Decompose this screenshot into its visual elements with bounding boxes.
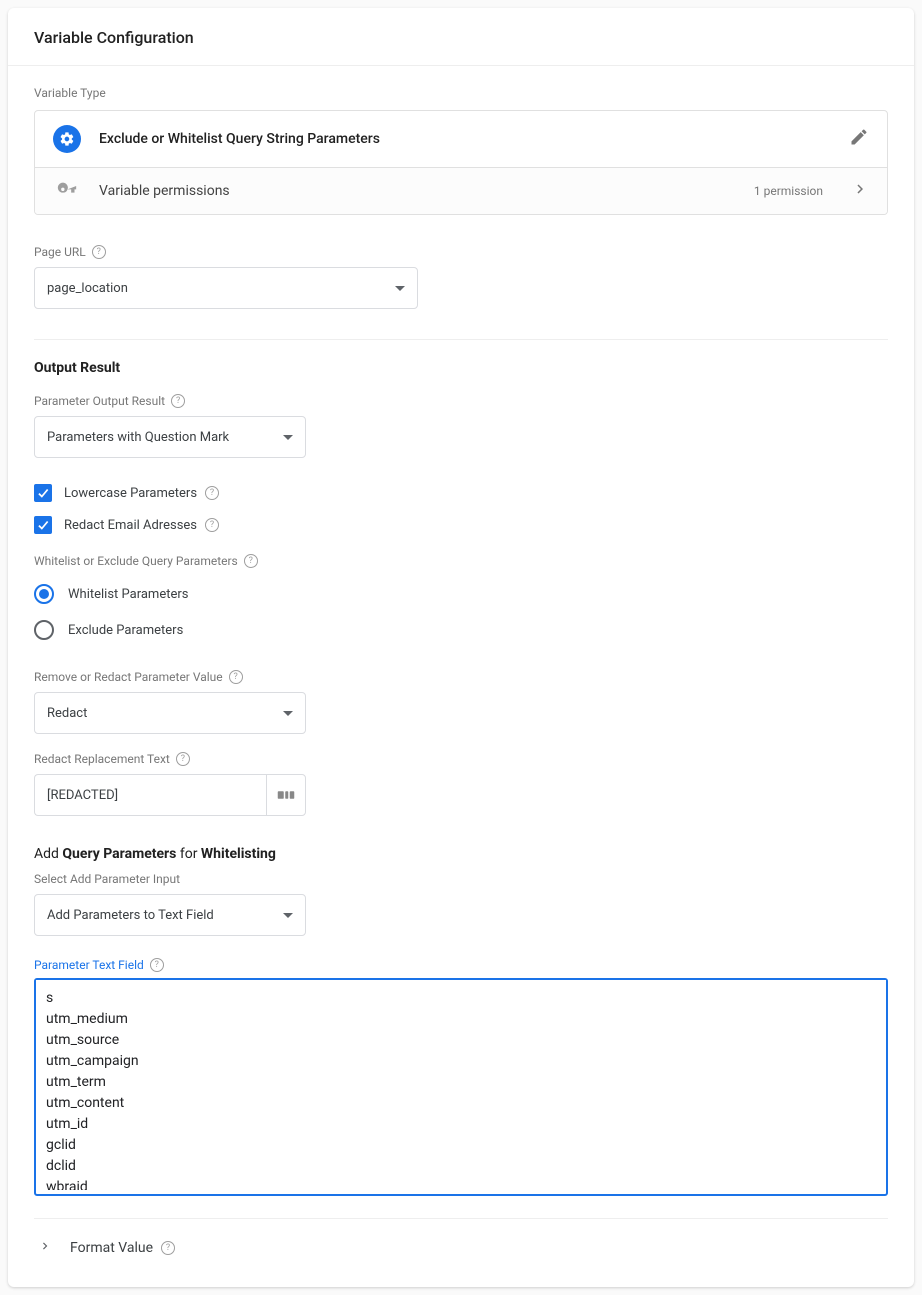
remove-redact-value: Redact bbox=[47, 706, 87, 721]
variable-config-card: Variable Configuration Variable Type Exc… bbox=[8, 8, 914, 1287]
parameter-textarea-wrap bbox=[34, 978, 888, 1196]
redact-text-input[interactable] bbox=[34, 774, 266, 816]
key-icon bbox=[53, 181, 81, 201]
card-body: Variable Type Exclude or Whitelist Query… bbox=[8, 66, 914, 1287]
caret-down-icon bbox=[395, 286, 405, 291]
remove-redact-select[interactable]: Redact bbox=[34, 692, 306, 734]
redact-email-checkbox[interactable] bbox=[34, 516, 52, 534]
help-icon[interactable]: ? bbox=[92, 245, 106, 259]
divider bbox=[34, 1218, 888, 1219]
divider bbox=[34, 339, 888, 340]
lowercase-checkbox[interactable] bbox=[34, 484, 52, 502]
redact-email-label: Redact Email Adresses ? bbox=[64, 518, 219, 533]
variable-permissions-label: Variable permissions bbox=[99, 183, 736, 199]
help-icon[interactable]: ? bbox=[161, 1241, 175, 1255]
whitelist-exclude-label: Whitelist or Exclude Query Parameters ? bbox=[34, 554, 888, 568]
parameter-textarea[interactable] bbox=[36, 980, 886, 1190]
help-icon[interactable]: ? bbox=[229, 670, 243, 684]
variable-type-label: Variable Type bbox=[34, 86, 888, 100]
chevron-right-icon bbox=[38, 1239, 52, 1257]
variable-picker-button[interactable] bbox=[266, 774, 306, 816]
help-icon[interactable]: ? bbox=[205, 486, 219, 500]
whitelist-radio[interactable] bbox=[34, 584, 54, 604]
variable-type-box: Exclude or Whitelist Query String Parame… bbox=[34, 110, 888, 215]
parameter-text-label: Parameter Text Field ? bbox=[34, 958, 888, 972]
edit-icon[interactable] bbox=[849, 127, 869, 151]
chevron-right-icon bbox=[851, 180, 869, 202]
variable-type-row[interactable]: Exclude or Whitelist Query String Parame… bbox=[35, 111, 887, 167]
page-url-value: page_location bbox=[47, 281, 128, 296]
param-output-label: Parameter Output Result ? bbox=[34, 394, 888, 408]
output-result-title: Output Result bbox=[34, 360, 888, 376]
gear-icon bbox=[53, 125, 81, 153]
param-output-value: Parameters with Question Mark bbox=[47, 430, 229, 445]
format-value-label: Format Value ? bbox=[70, 1240, 175, 1256]
variable-type-name: Exclude or Whitelist Query String Parame… bbox=[99, 131, 831, 147]
param-output-select[interactable]: Parameters with Question Mark bbox=[34, 416, 306, 458]
select-add-input[interactable]: Add Parameters to Text Field bbox=[34, 894, 306, 936]
remove-redact-label: Remove or Redact Parameter Value ? bbox=[34, 670, 888, 684]
help-icon[interactable]: ? bbox=[171, 394, 185, 408]
exclude-radio[interactable] bbox=[34, 620, 54, 640]
page-url-label: Page URL ? bbox=[34, 245, 888, 259]
lowercase-label: Lowercase Parameters ? bbox=[64, 486, 219, 501]
caret-down-icon bbox=[283, 435, 293, 440]
help-icon[interactable]: ? bbox=[176, 752, 190, 766]
format-value-toggle[interactable]: Format Value ? bbox=[34, 1231, 888, 1277]
permission-count: 1 permission bbox=[754, 184, 823, 198]
exclude-radio-label: Exclude Parameters bbox=[68, 623, 183, 638]
help-icon[interactable]: ? bbox=[150, 958, 164, 972]
caret-down-icon bbox=[283, 913, 293, 918]
page-url-select[interactable]: page_location bbox=[34, 267, 418, 309]
card-title: Variable Configuration bbox=[8, 8, 914, 66]
select-add-input-value: Add Parameters to Text Field bbox=[47, 908, 214, 923]
redact-text-label: Redact Replacement Text ? bbox=[34, 752, 888, 766]
help-icon[interactable]: ? bbox=[244, 554, 258, 568]
caret-down-icon bbox=[283, 711, 293, 716]
whitelist-radio-label: Whitelist Parameters bbox=[68, 587, 189, 602]
help-icon[interactable]: ? bbox=[205, 518, 219, 532]
variable-permissions-row[interactable]: Variable permissions 1 permission bbox=[35, 167, 887, 214]
add-params-title: Add Query Parameters for Whitelisting bbox=[34, 846, 888, 862]
redact-text-input-group bbox=[34, 774, 306, 816]
select-add-input-label: Select Add Parameter Input bbox=[34, 872, 888, 886]
